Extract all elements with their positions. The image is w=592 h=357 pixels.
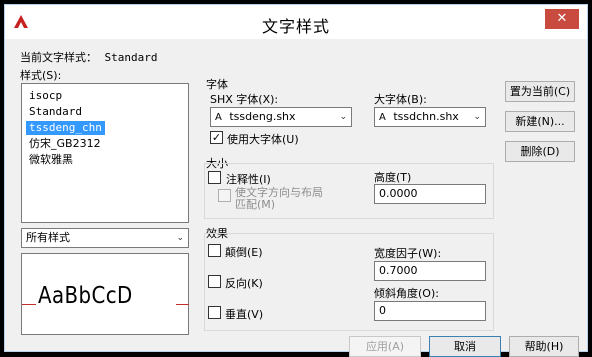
- close-button[interactable]: ✕: [545, 9, 579, 29]
- title-bar[interactable]: 文字样式 ✕: [5, 5, 587, 39]
- font-group-label: 字体: [206, 78, 228, 91]
- preview-baseline-left: [22, 304, 36, 305]
- width-factor-input[interactable]: 0.7000: [374, 261, 486, 281]
- vertical-checkbox[interactable]: [208, 306, 221, 319]
- style-filter-dropdown[interactable]: 所有样式 ⌄: [21, 228, 189, 248]
- style-item-standard[interactable]: Standard: [26, 105, 85, 119]
- width-factor-label: 宽度因子(W):: [374, 247, 442, 260]
- oblique-angle-label: 倾斜角度(O):: [374, 287, 439, 300]
- text-style-dialog: 文字样式 ✕ 当前文字样式： Standard 样式(S): isocp Sta…: [4, 4, 588, 357]
- style-filter-value: 所有样式: [26, 231, 70, 244]
- match-orientation-label: 使文字方向与布局 匹配(M): [235, 187, 323, 211]
- chevron-down-icon: ⌄: [176, 233, 184, 243]
- height-label: 高度(T): [374, 171, 412, 184]
- preview-baseline-right: [176, 304, 189, 305]
- shx-font-value: tssdeng.shx: [229, 110, 296, 123]
- current-style-caption: 当前文字样式：: [20, 51, 97, 64]
- match-orientation-checkbox[interactable]: [218, 189, 231, 202]
- style-item-tssdeng-chn[interactable]: tssdeng_chn: [26, 121, 105, 135]
- annotative-checkbox[interactable]: [208, 171, 221, 184]
- help-button[interactable]: 帮助(H): [509, 336, 579, 357]
- style-item-isocp[interactable]: isocp: [26, 89, 65, 103]
- bigfont-label: 大字体(B):: [374, 93, 427, 106]
- backwards-label: 反向(K): [225, 277, 263, 290]
- bigfont-dropdown[interactable]: A tssdchn.shx ⌄: [374, 107, 486, 127]
- new-style-button[interactable]: 新建(N)...: [505, 111, 575, 132]
- upside-down-label: 颠倒(E): [225, 246, 263, 259]
- vertical-label: 垂直(V): [225, 308, 264, 321]
- bigfont-type-icon: A: [379, 112, 386, 123]
- height-input[interactable]: 0.0000: [374, 184, 486, 204]
- use-bigfont-label: 使用大字体(U): [227, 133, 299, 146]
- styles-list[interactable]: isocp Standard tssdeng_chn 仿宋_GB2312 微软雅…: [21, 83, 189, 223]
- cancel-button[interactable]: 取消: [429, 336, 501, 357]
- set-current-button[interactable]: 置为当前(C): [505, 81, 575, 102]
- preview-text: AaBbCcD: [38, 283, 133, 309]
- text-preview: AaBbCcD: [21, 253, 189, 335]
- oblique-angle-input[interactable]: 0: [374, 301, 486, 321]
- dialog-title: 文字样式: [261, 17, 330, 36]
- current-style-label: 当前文字样式： Standard: [20, 49, 157, 65]
- style-item-yahei[interactable]: 微软雅黑: [26, 153, 76, 167]
- shx-font-label: SHX 字体(X):: [210, 93, 279, 106]
- style-item-fangsong[interactable]: 仿宋_GB2312: [26, 137, 104, 151]
- apply-button[interactable]: 应用(A): [349, 336, 421, 357]
- match-orientation-label-line2: 匹配(M): [235, 198, 276, 211]
- current-style-value: Standard: [104, 51, 158, 64]
- shx-font-dropdown[interactable]: A tssdeng.shx ⌄: [210, 107, 352, 127]
- shx-font-type-icon: A: [215, 112, 222, 123]
- backwards-checkbox[interactable]: [208, 275, 221, 288]
- chevron-down-icon: ⌄: [339, 112, 347, 122]
- annotative-label: 注释性(I): [226, 173, 271, 186]
- upside-down-checkbox[interactable]: [208, 244, 221, 257]
- use-bigfont-checkbox[interactable]: ✓: [210, 131, 223, 144]
- bigfont-value: tssdchn.shx: [393, 110, 459, 123]
- chevron-down-icon: ⌄: [473, 112, 481, 122]
- styles-label: 样式(S):: [20, 69, 62, 82]
- delete-style-button[interactable]: 删除(D): [505, 141, 575, 162]
